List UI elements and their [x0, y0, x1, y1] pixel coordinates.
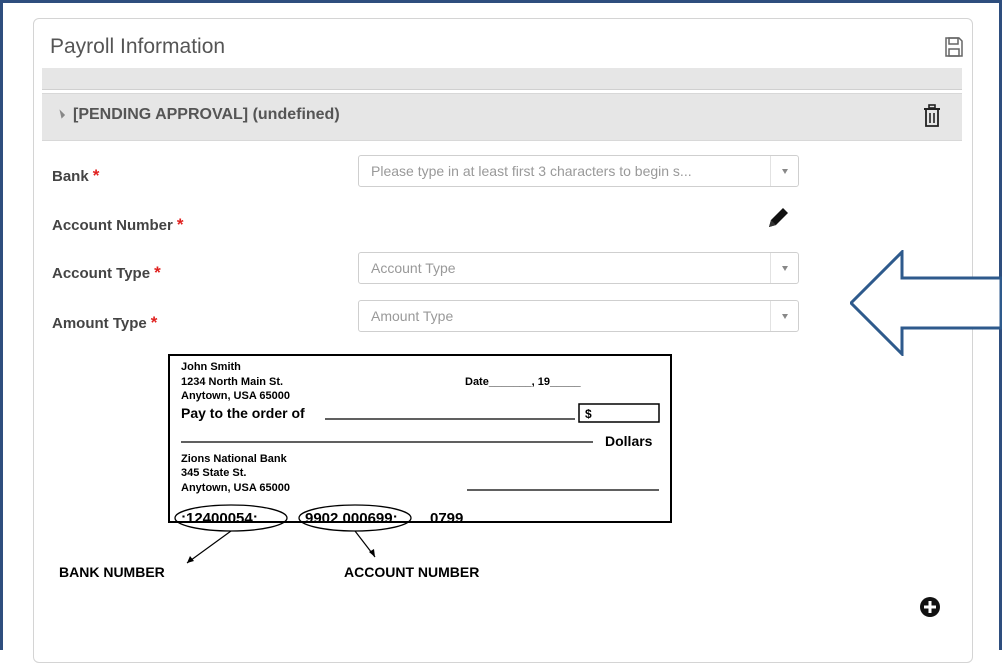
bank-number-pointer: [186, 530, 232, 564]
required-marker: *: [176, 215, 184, 234]
chevron-down-icon[interactable]: [770, 156, 798, 186]
section-title: [PENDING APPROVAL] (undefined): [73, 106, 340, 123]
required-marker: *: [92, 166, 100, 185]
collapsed-row-strip: [42, 68, 962, 90]
bank-label-text: Bank: [52, 168, 89, 185]
bank-label: Bank *: [52, 166, 99, 186]
check-payer-address2: Anytown, USA 65000: [181, 390, 290, 402]
account-type-label: Account Type *: [52, 263, 161, 283]
check-account-number: 9902 000699:: [305, 510, 398, 527]
account-type-select[interactable]: Account Type: [358, 252, 799, 284]
check-payer-address1: 1234 North Main St.: [181, 376, 283, 388]
amount-type-label: Amount Type *: [52, 313, 157, 333]
check-bank-address1: 345 State St.: [181, 467, 246, 479]
account-number-caption: ACCOUNT NUMBER: [344, 564, 479, 580]
check-bank-name: Zions National Bank: [181, 453, 288, 465]
bank-select[interactable]: Please type in at least first 3 characte…: [358, 155, 799, 187]
amount-type-placeholder: Amount Type: [371, 308, 454, 324]
chevron-down-icon[interactable]: [770, 253, 798, 283]
callout-arrow-icon: [850, 250, 1002, 356]
account-type-placeholder: Account Type: [371, 260, 456, 276]
save-icon[interactable]: [944, 36, 964, 58]
account-number-label-text: Account Number: [52, 217, 173, 234]
bank-number-caption: BANK NUMBER: [59, 564, 165, 580]
check-dollars-label: Dollars: [605, 433, 653, 449]
check-routing-number: :12400054:: [181, 510, 258, 527]
check-number: 0799: [430, 510, 463, 527]
check-bank-address2: Anytown, USA 65000: [181, 482, 290, 494]
account-type-label-text: Account Type: [52, 265, 151, 282]
plus-circle-icon[interactable]: [919, 596, 941, 618]
amount-type-label-text: Amount Type: [52, 315, 147, 332]
check-date-label: Date_______, 19_____: [465, 376, 581, 388]
trash-icon[interactable]: [922, 104, 942, 128]
check-payer-name: John Smith: [181, 361, 241, 373]
check-pay-to-label: Pay to the order of: [181, 405, 305, 421]
required-marker: *: [154, 263, 161, 282]
check-illustration: John Smith 1234 North Main St. Anytown, …: [59, 354, 672, 580]
pencil-icon[interactable]: [765, 205, 791, 231]
bank-select-placeholder: Please type in at least first 3 characte…: [371, 163, 692, 179]
required-marker: *: [150, 313, 158, 332]
amount-type-select[interactable]: Amount Type: [358, 300, 799, 332]
chevron-down-icon[interactable]: [770, 301, 798, 331]
panel-title: Payroll Information: [50, 35, 226, 58]
account-number-label: Account Number *: [52, 215, 183, 235]
check-dollar-sign: $: [585, 407, 592, 421]
